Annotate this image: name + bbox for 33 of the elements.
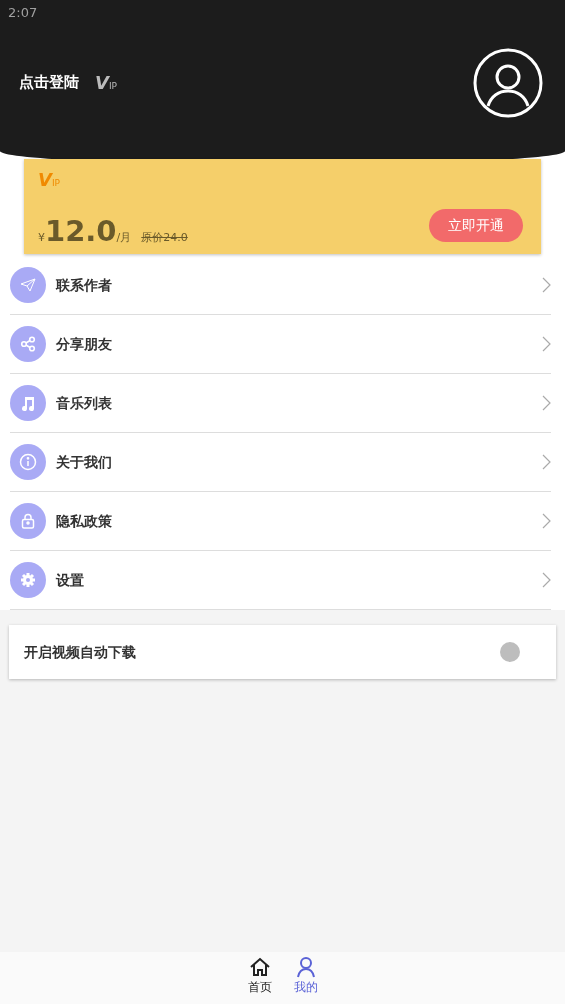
price-amount: 12.0 [45,216,117,246]
person-icon [294,956,317,978]
menu-item[interactable]: 分享朋友 [10,315,551,374]
chevron-right-icon [542,572,551,588]
paper-plane-icon [10,267,46,303]
price-unit: /月 [116,230,132,246]
lock-icon [10,503,46,539]
settings-icon [10,562,46,598]
music-note-icon [10,385,46,421]
info-icon [10,444,46,480]
toggle-switch[interactable] [500,642,520,662]
login-link[interactable]: 点击登陆 [19,71,79,94]
status-time: 2:07 [7,4,38,22]
chevron-right-icon [542,513,551,529]
chevron-right-icon [542,395,551,411]
menu-item[interactable]: 音乐列表 [10,374,551,433]
tab-item[interactable]: 我的 [293,952,318,1004]
vip-logo: VIP [38,171,61,190]
currency-symbol: ¥ [38,230,45,246]
share-icon [10,326,46,362]
chevron-right-icon [542,277,551,293]
tab-item[interactable]: 首页 [247,952,272,1004]
menu-item[interactable]: 隐私政策 [10,492,551,551]
menu-item[interactable]: 联系作者 [10,256,551,315]
menu-item[interactable]: 设置 [10,551,551,610]
avatar-icon[interactable] [473,47,543,118]
chevron-right-icon [542,336,551,352]
menu-item[interactable]: 关于我们 [10,433,551,492]
setting-label: 开启视频自动下载 [24,642,136,662]
chevron-right-icon [542,454,551,470]
home-icon [248,956,271,978]
vip-logo: VIP [95,73,118,92]
original-price: 原价24.0 [141,229,188,246]
